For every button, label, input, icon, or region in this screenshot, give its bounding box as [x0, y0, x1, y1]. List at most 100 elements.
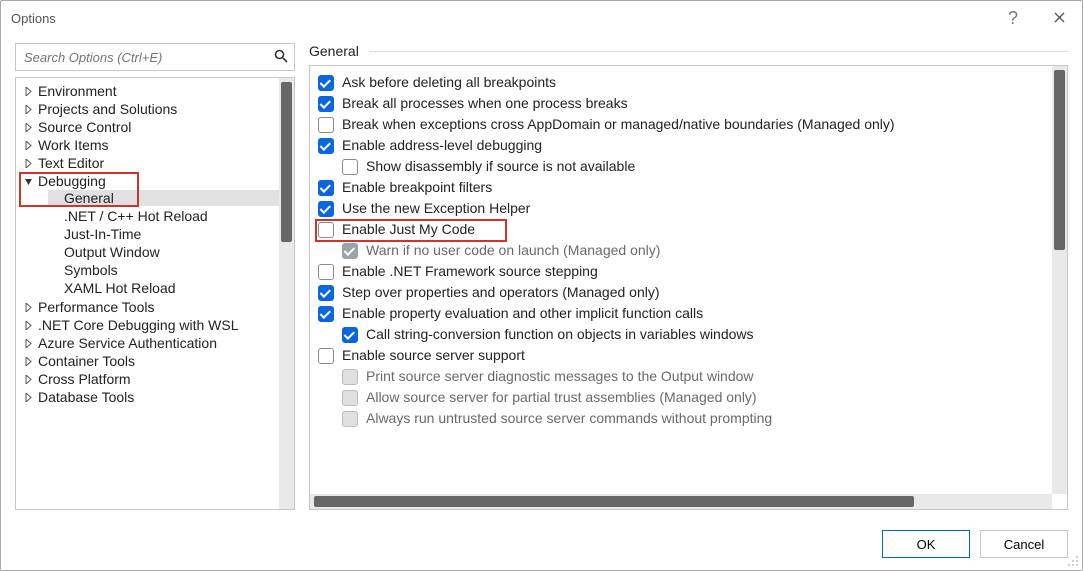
- checkbox[interactable]: [318, 180, 334, 196]
- chevron-right-icon[interactable]: [22, 121, 34, 133]
- tree-item-label: Work Items: [38, 137, 109, 153]
- option-row: Call string-conversion function on objec…: [314, 324, 1063, 345]
- option-label: Break all processes when one process bre…: [342, 93, 628, 114]
- tree-scrollbar[interactable]: [279, 78, 294, 509]
- option-row: Ask before deleting all breakpoints: [314, 72, 1063, 93]
- tree-item-label: Just-In-Time: [64, 226, 141, 242]
- option-row: Show disassembly if source is not availa…: [314, 156, 1063, 177]
- tree-item[interactable]: Cross Platform: [16, 370, 294, 388]
- chevron-right-icon[interactable]: [22, 355, 34, 367]
- option-label: Enable .NET Framework source stepping: [342, 261, 598, 282]
- option-row: Enable source server support: [314, 345, 1063, 366]
- ok-button[interactable]: OK: [882, 530, 970, 558]
- scroll-thumb[interactable]: [1054, 70, 1065, 250]
- group-divider: [369, 51, 1068, 52]
- option-label: Enable source server support: [342, 345, 525, 366]
- options-scrollbar-vertical[interactable]: [1052, 66, 1067, 494]
- option-row: Warn if no user code on launch (Managed …: [314, 240, 1063, 261]
- checkbox[interactable]: [342, 159, 358, 175]
- tree-item-label: Container Tools: [38, 353, 135, 369]
- tree-item[interactable]: Environment: [16, 82, 294, 100]
- chevron-right-icon[interactable]: [22, 319, 34, 331]
- option-row: Break all processes when one process bre…: [314, 93, 1063, 114]
- chevron-right-icon[interactable]: [22, 301, 34, 313]
- tree-subitem[interactable]: XAML Hot Reload: [42, 279, 294, 297]
- tree-item-label: Azure Service Authentication: [38, 335, 217, 351]
- tree-subitem[interactable]: Just-In-Time: [42, 225, 294, 243]
- tree-item[interactable]: Projects and Solutions: [16, 100, 294, 118]
- scroll-thumb[interactable]: [281, 82, 292, 242]
- option-row: Use the new Exception Helper: [314, 198, 1063, 219]
- right-pane: General Ask before deleting all breakpoi…: [309, 43, 1068, 510]
- checkbox[interactable]: [318, 348, 334, 364]
- tree-subitem[interactable]: Output Window: [42, 243, 294, 261]
- tree-spacer: [48, 192, 60, 204]
- tree-item-label: .NET Core Debugging with WSL: [38, 317, 239, 333]
- titlebar: Options ?: [1, 1, 1082, 35]
- cancel-button[interactable]: Cancel: [980, 530, 1068, 558]
- tree-item[interactable]: Database Tools: [16, 388, 294, 406]
- tree-item[interactable]: Source Control: [16, 118, 294, 136]
- category-tree[interactable]: Environment Projects and Solutions Source …: [15, 77, 295, 510]
- chevron-right-icon[interactable]: [22, 139, 34, 151]
- checkbox[interactable]: [318, 285, 334, 301]
- options-panel: Ask before deleting all breakpointsBreak…: [309, 65, 1068, 510]
- tree-item-label: Source Control: [38, 119, 131, 135]
- search-box[interactable]: [15, 43, 295, 71]
- tree-item-label: Performance Tools: [38, 299, 154, 315]
- checkbox[interactable]: [342, 327, 358, 343]
- search-icon: [274, 49, 288, 66]
- option-label: Enable Just My Code: [342, 219, 475, 240]
- option-row: Always run untrusted source server comma…: [314, 408, 1063, 429]
- scroll-thumb[interactable]: [314, 496, 914, 507]
- checkbox: [342, 390, 358, 406]
- checkbox[interactable]: [318, 75, 334, 91]
- checkbox: [342, 411, 358, 427]
- tree-item[interactable]: Text Editor: [16, 154, 294, 172]
- chevron-down-icon[interactable]: [22, 175, 34, 187]
- checkbox[interactable]: [318, 117, 334, 133]
- checkbox[interactable]: [318, 264, 334, 280]
- tree-item[interactable]: DebuggingGeneral.NET / C++ Hot Reload Jus…: [16, 172, 294, 298]
- tree-item-label: Projects and Solutions: [38, 101, 177, 117]
- checkbox[interactable]: [318, 222, 334, 238]
- tree-subitem[interactable]: General: [42, 189, 294, 207]
- tree-subitem[interactable]: Symbols: [42, 261, 294, 279]
- tree-item[interactable]: Work Items: [16, 136, 294, 154]
- options-scrollbar-horizontal[interactable]: [310, 494, 1052, 509]
- tree-item-label: .NET / C++ Hot Reload: [64, 208, 208, 224]
- checkbox[interactable]: [318, 306, 334, 322]
- close-button[interactable]: [1036, 1, 1082, 35]
- tree-item[interactable]: Performance Tools: [16, 298, 294, 316]
- option-label: Show disassembly if source is not availa…: [366, 156, 635, 177]
- checkbox[interactable]: [318, 138, 334, 154]
- option-row: Enable Just My Code: [314, 219, 1063, 240]
- option-label: Enable address-level debugging: [342, 135, 542, 156]
- chevron-right-icon[interactable]: [22, 373, 34, 385]
- tree-item-label: Symbols: [64, 262, 118, 278]
- tree-item[interactable]: Container Tools: [16, 352, 294, 370]
- resize-grip-icon[interactable]: [1066, 554, 1080, 568]
- option-label: Use the new Exception Helper: [342, 198, 530, 219]
- chevron-right-icon[interactable]: [22, 337, 34, 349]
- chevron-right-icon[interactable]: [22, 391, 34, 403]
- tree-subitem[interactable]: .NET / C++ Hot Reload: [42, 207, 294, 225]
- tree-spacer: [48, 264, 60, 276]
- option-label: Allow source server for partial trust as…: [366, 387, 757, 408]
- option-label: Warn if no user code on launch (Managed …: [366, 240, 660, 261]
- option-row: Enable address-level debugging: [314, 135, 1063, 156]
- tree-item-label: Environment: [38, 83, 117, 99]
- checkbox[interactable]: [318, 201, 334, 217]
- tree-item-label: Debugging: [38, 173, 106, 189]
- options-dialog: Options ? Environment Projects and Soluti…: [0, 0, 1083, 571]
- option-row: Enable property evaluation and other imp…: [314, 303, 1063, 324]
- search-input[interactable]: [22, 49, 268, 66]
- chevron-right-icon[interactable]: [22, 103, 34, 115]
- chevron-right-icon[interactable]: [22, 85, 34, 97]
- chevron-right-icon[interactable]: [22, 157, 34, 169]
- tree-item[interactable]: Azure Service Authentication: [16, 334, 294, 352]
- help-button[interactable]: ?: [990, 1, 1036, 35]
- checkbox[interactable]: [318, 96, 334, 112]
- tree-item[interactable]: .NET Core Debugging with WSL: [16, 316, 294, 334]
- group-title: General: [309, 43, 359, 59]
